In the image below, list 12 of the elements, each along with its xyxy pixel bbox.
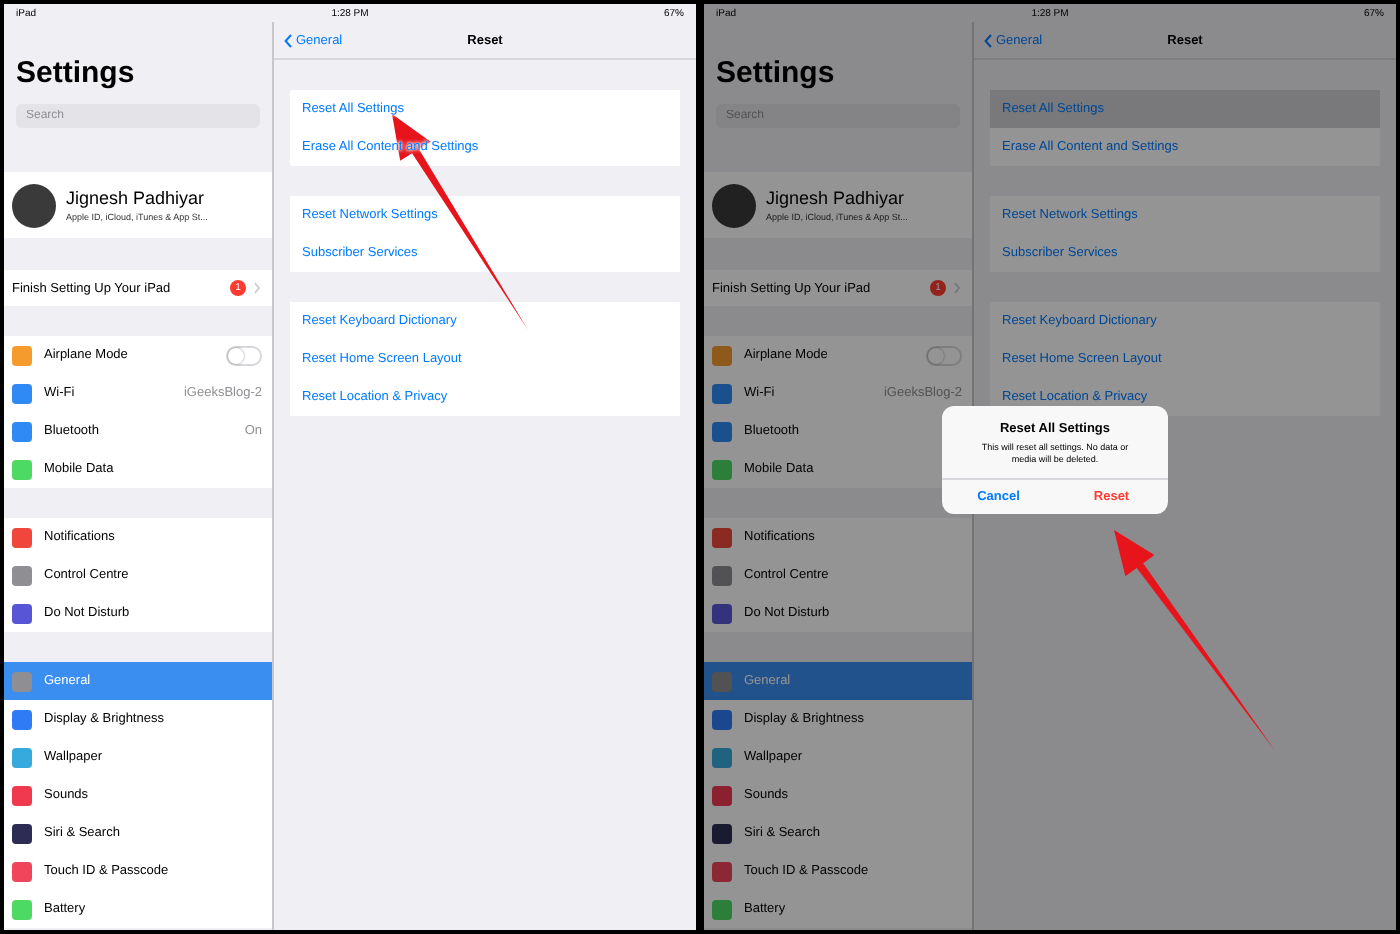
- back-chevron-icon: [984, 33, 992, 47]
- chevron-icon: [254, 282, 260, 294]
- back-chevron-icon: [284, 33, 292, 47]
- chevron-icon: [954, 282, 960, 294]
- avatar-placeholder: [712, 183, 756, 227]
- toggle-switch[interactable]: [926, 345, 962, 365]
- avatar-placeholder: [12, 183, 56, 227]
- profile-name: Jignesh Padhiyar: [66, 188, 207, 208]
- toggle-switch[interactable]: [226, 345, 262, 365]
- profile-name: Jignesh Padhiyar: [766, 188, 907, 208]
- settings-title: Settings: [714, 54, 837, 94]
- settings-title: Settings: [14, 54, 137, 94]
